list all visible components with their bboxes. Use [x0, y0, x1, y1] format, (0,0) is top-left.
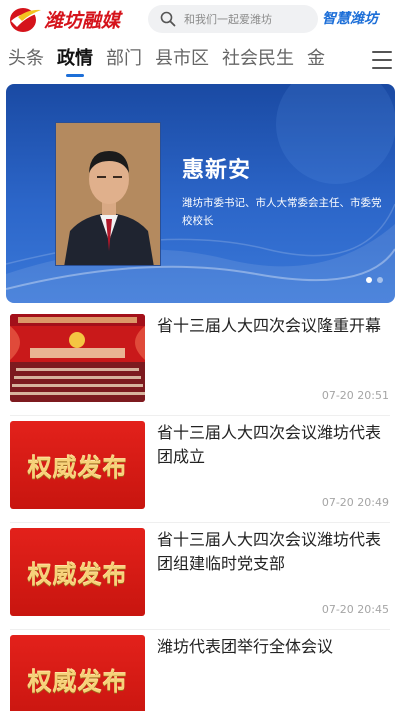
news-item[interactable]: 权威发布 省十三届人大四次会议潍坊代表团组建临时党支部 07-20 20:45 [0, 528, 400, 632]
tab-finance[interactable]: 金 [307, 40, 331, 80]
divider [10, 629, 390, 630]
search-icon [160, 11, 176, 27]
smart-weifang-link[interactable]: 智慧潍坊 [322, 8, 378, 28]
news-time: 07-20 20:49 [321, 496, 389, 509]
channel-menu-icon[interactable] [370, 48, 394, 72]
news-thumbnail-authoritative: 权威发布 [10, 635, 145, 711]
news-title[interactable]: 省十三届人大四次会议潍坊代表团组建临时党支部 [157, 528, 392, 576]
assembly-hall-image [10, 314, 145, 402]
app-logo[interactable]: 潍坊融媒 [8, 4, 120, 34]
search-bar[interactable]: 和我们一起爱潍坊 [148, 5, 318, 33]
news-item[interactable]: 权威发布 潍坊代表团举行全体会议 [0, 635, 400, 711]
app-header: 潍坊融媒 和我们一起爱潍坊 智慧潍坊 [0, 0, 400, 40]
search-placeholder: 和我们一起爱潍坊 [184, 13, 272, 26]
news-thumbnail-authoritative: 权威发布 [10, 528, 145, 616]
portrait-figure [56, 123, 160, 265]
carousel-dot-active[interactable] [366, 277, 372, 283]
news-title[interactable]: 潍坊代表团举行全体会议 [157, 635, 392, 659]
carousel-indicator [366, 277, 383, 283]
banner-person-title: 潍坊市委书记、市人大常委会主任、市委党校校长 [182, 197, 382, 227]
news-item[interactable]: 省十三届人大四次会议隆重开幕 07-20 20:51 [0, 314, 400, 418]
carousel-dot[interactable] [377, 277, 383, 283]
tab-livelihood[interactable]: 社会民生 [222, 40, 294, 80]
news-item[interactable]: 权威发布 省十三届人大四次会议潍坊代表团成立 07-20 20:49 [0, 421, 400, 525]
thumbnail-caption: 权威发布 [27, 453, 128, 482]
news-title[interactable]: 省十三届人大四次会议潍坊代表团成立 [157, 421, 392, 469]
logo-emblem-icon [10, 8, 41, 32]
news-thumbnail-authoritative: 权威发布 [10, 421, 145, 509]
tab-politics[interactable]: 政情 [57, 40, 93, 80]
news-thumbnail-assembly [10, 314, 145, 402]
official-portrait [55, 122, 161, 266]
tab-counties[interactable]: 县市区 [155, 40, 209, 80]
divider [10, 415, 390, 416]
news-title[interactable]: 省十三届人大四次会议隆重开幕 [157, 314, 392, 338]
tab-headlines[interactable]: 头条 [8, 40, 44, 80]
news-time: 07-20 20:45 [321, 603, 389, 616]
featured-banner[interactable]: 惠新安 潍坊市委书记、市人大常委会主任、市委党校校长 [6, 84, 395, 303]
logo-text: 潍坊融媒 [44, 9, 121, 32]
tab-departments[interactable]: 部门 [106, 40, 142, 80]
banner-person-name: 惠新安 [182, 158, 252, 183]
divider [10, 522, 390, 523]
thumbnail-caption: 权威发布 [27, 667, 128, 696]
thumbnail-caption: 权威发布 [27, 560, 128, 589]
channel-tabs: 头条 政情 部门 县市区 社会民生 金 [0, 40, 400, 80]
news-time: 07-20 20:51 [321, 389, 389, 402]
